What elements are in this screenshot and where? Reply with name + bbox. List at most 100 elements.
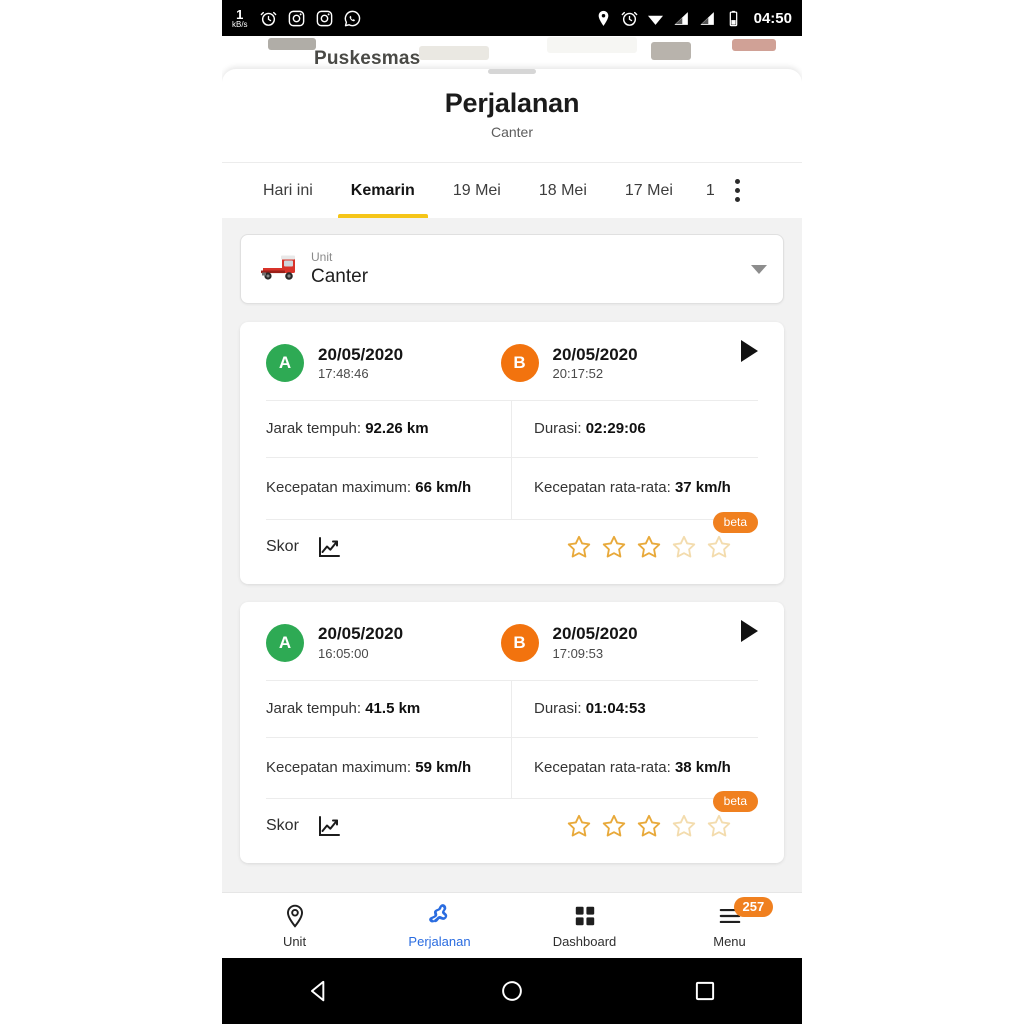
avg-speed-value: 37 km/h [674, 479, 731, 497]
tab-hari-ini[interactable]: Hari ini [244, 163, 332, 218]
max-speed-value: 59 km/h [415, 758, 472, 776]
tab-19-mei[interactable]: 19 Mei [434, 163, 520, 218]
trip-stats-row-1: Jarak tempuh: 92.26 km Durasi: 02:29:06 [244, 401, 780, 458]
nav-item-unit[interactable]: Unit [222, 903, 367, 949]
play-trip-button[interactable] [741, 340, 758, 362]
tab-kemarin[interactable]: Kemarin [332, 163, 434, 218]
overflow-menu-icon[interactable] [721, 163, 755, 218]
avg-speed-label: Kecepatan rata-rata: [534, 758, 671, 776]
battery-icon [729, 10, 737, 26]
marker-b-badge: B [500, 344, 539, 382]
alarm-icon [260, 11, 276, 26]
chevron-down-icon[interactable] [751, 264, 767, 274]
trip-stats-row-2: Kecepatan maximum: 59 km/h Kecepatan rat… [244, 737, 780, 798]
unit-selector-label: Unit [311, 249, 333, 264]
network-speed-indicator: 1 kB/s [232, 8, 248, 29]
trip-end-time: 20:17:52 [552, 366, 604, 382]
trip-end-point: B 20/05/2020 17:09:53 [500, 623, 736, 662]
trip-start-point: A 20/05/2020 17:48:46 [266, 344, 501, 382]
network-speed-unit: kB/s [232, 19, 248, 29]
star-icon-empty[interactable] [706, 534, 732, 560]
trip-card[interactable]: A 20/05/2020 17:48:46 B 20/05/2020 20:17… [240, 322, 784, 584]
distance-label: Jarak tempuh: [266, 420, 362, 437]
star-icon-empty[interactable] [671, 813, 697, 839]
beta-badge: beta [712, 511, 758, 533]
bottom-navigation: Unit Perjalanan Dashboard 257 Menu [222, 892, 802, 958]
trip-start-date: 20/05/2020 [318, 344, 404, 364]
home-circle-icon[interactable] [499, 978, 525, 1004]
tab-17-mei[interactable]: 17 Mei [606, 163, 692, 218]
map-texture [268, 38, 317, 50]
screenshot-frame: 1 kB/s 04:50 Puskesmas Perjalanan Canter… [0, 0, 1024, 1024]
recents-square-icon[interactable] [692, 978, 718, 1004]
nav-item-perjalanan[interactable]: Perjalanan [367, 903, 512, 949]
trip-card[interactable]: A 20/05/2020 16:05:00 B 20/05/2020 17:09… [240, 601, 784, 863]
date-tabs: Hari ini Kemarin 19 Mei 18 Mei 17 Mei 1 [222, 162, 802, 218]
line-chart-icon[interactable] [317, 815, 341, 837]
location-icon [598, 10, 608, 26]
nav-label-menu: Menu [713, 933, 746, 949]
map-texture [732, 39, 777, 51]
trip-end-date: 20/05/2020 [552, 624, 638, 644]
sheet-drag-handle[interactable] [488, 69, 536, 74]
status-bar-clock: 04:50 [753, 9, 792, 27]
distance-value: 41.5 km [365, 699, 421, 717]
max-speed-value: 66 km/h [415, 479, 472, 497]
duration-value: 01:04:53 [585, 699, 646, 717]
network-speed-value: 1 [236, 6, 244, 22]
menu-badge-count: 257 [733, 896, 774, 917]
status-bar-right: 04:50 [594, 9, 792, 28]
star-icon-empty[interactable] [671, 534, 697, 560]
star-icon-filled[interactable] [636, 813, 662, 839]
distance-stat: Jarak tempuh: 92.26 km [244, 401, 512, 458]
tab-16-mei-partial[interactable]: 1 [692, 163, 721, 218]
whatsapp-icon [344, 10, 360, 26]
score-stars[interactable] [566, 534, 758, 560]
trip-card-header: A 20/05/2020 17:48:46 B 20/05/2020 20:17… [244, 322, 780, 400]
map-background[interactable]: Puskesmas [222, 36, 802, 64]
star-icon-filled[interactable] [636, 534, 662, 560]
duration-label: Durasi: [534, 420, 582, 437]
page-title: Perjalanan [444, 88, 580, 118]
unit-selector-value: Canter [311, 266, 369, 288]
score-stars[interactable] [566, 813, 758, 839]
truck-icon [261, 255, 295, 280]
phone-screen: 1 kB/s 04:50 Puskesmas Perjalanan Canter… [222, 0, 802, 1024]
map-texture [651, 42, 692, 60]
nav-item-menu[interactable]: 257 Menu [657, 896, 802, 949]
duration-stat: Durasi: 01:04:53 [512, 681, 780, 737]
trip-list-scroll[interactable]: Unit Canter A 20/05/2020 17:48:46 B 20/0… [222, 218, 802, 924]
max-speed-label: Kecepatan maximum: [266, 758, 412, 776]
status-bar: 1 kB/s 04:50 [222, 0, 802, 36]
distance-stat: Jarak tempuh: 41.5 km [244, 680, 512, 737]
grid-icon [575, 906, 594, 925]
star-icon-empty[interactable] [706, 813, 732, 839]
avg-speed-stat: Kecepatan rata-rata: 38 km/h [512, 738, 780, 798]
map-place-label: Puskesmas [314, 48, 421, 64]
instagram-icon [316, 10, 332, 26]
trip-score-row: beta Skor [244, 791, 780, 863]
max-speed-stat: Kecepatan maximum: 66 km/h [244, 458, 512, 519]
nav-label-perjalanan: Perjalanan [408, 933, 471, 949]
play-trip-button[interactable] [741, 619, 758, 642]
trip-start-time: 17:48:46 [318, 366, 369, 382]
map-texture [419, 46, 490, 60]
page-subtitle: Canter [490, 124, 534, 140]
nav-label-unit: Unit [282, 933, 307, 949]
back-triangle-icon[interactable] [306, 978, 332, 1004]
trip-card-header: A 20/05/2020 16:05:00 B 20/05/2020 17:09… [244, 602, 780, 680]
star-icon-filled[interactable] [601, 813, 627, 839]
signal-icon [674, 11, 688, 25]
star-icon-filled[interactable] [601, 534, 627, 560]
tab-18-mei[interactable]: 18 Mei [520, 163, 606, 218]
beta-badge: beta [712, 791, 758, 812]
star-icon-filled[interactable] [566, 534, 592, 560]
unit-selector[interactable]: Unit Canter [240, 234, 784, 304]
nav-label-dashboard: Dashboard [552, 933, 617, 949]
nav-item-dashboard[interactable]: Dashboard [512, 903, 657, 949]
marker-a-badge: A [266, 623, 304, 662]
star-icon-filled[interactable] [566, 813, 592, 839]
trip-end-time: 17:09:53 [552, 645, 604, 661]
line-chart-icon[interactable] [317, 536, 341, 558]
marker-a-badge: A [266, 344, 304, 382]
